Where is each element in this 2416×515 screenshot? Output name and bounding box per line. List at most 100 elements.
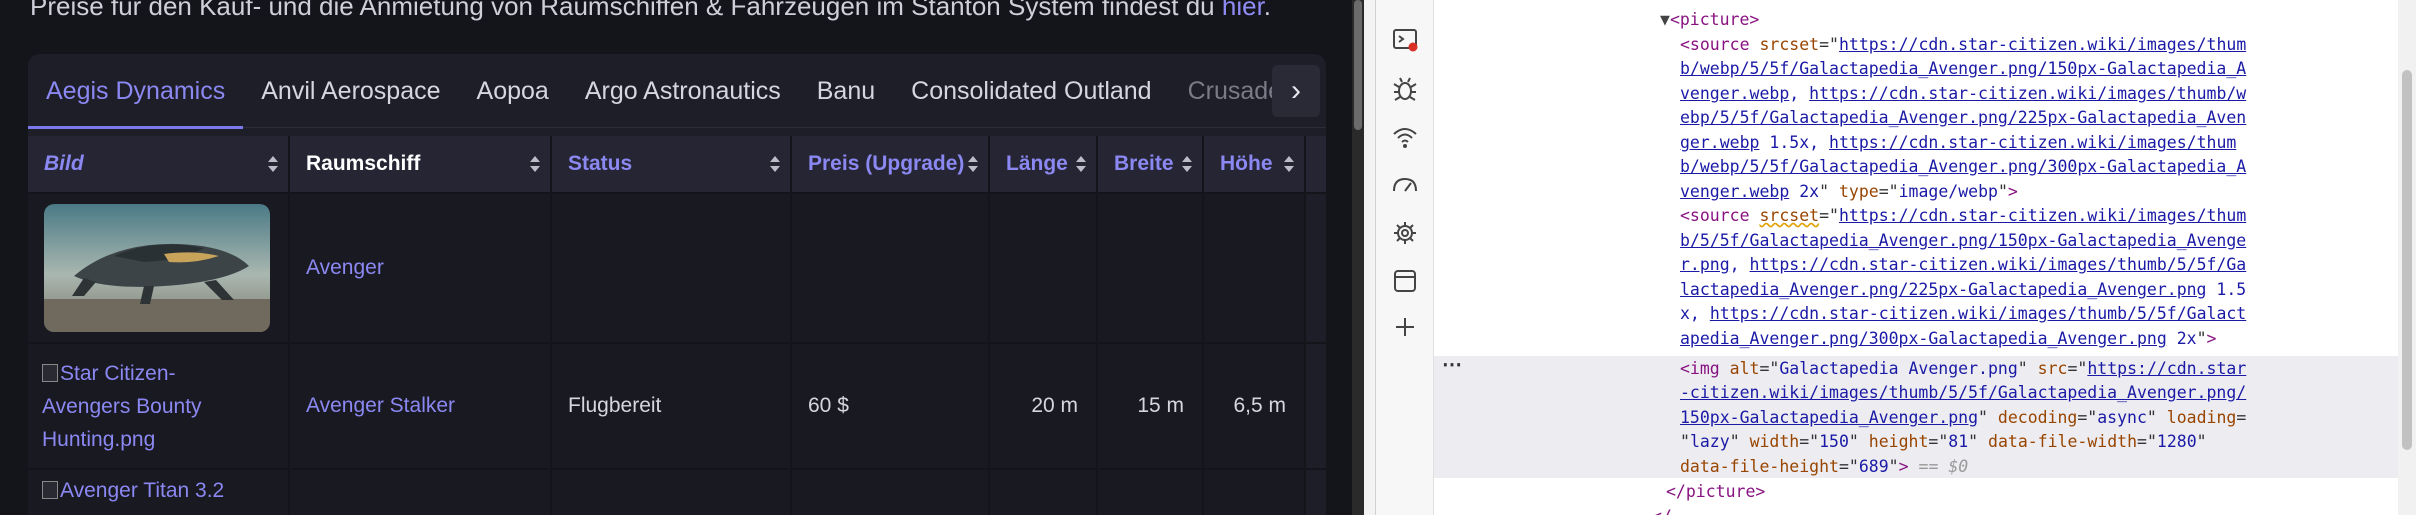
- ship-name-cell[interactable]: Avenger Stalker: [290, 344, 552, 468]
- width-cell: 15 m: [1098, 344, 1204, 468]
- col-preis[interactable]: Preis (Upgrade): [792, 136, 990, 192]
- srcset-url[interactable]: b/webp/5/5f/Galactapedia_Avenger.png/150…: [1680, 59, 2246, 78]
- img-src-url[interactable]: -citizen.wiki/images/thumb/5/5f/Galactap…: [1680, 383, 2246, 402]
- srcset-url[interactable]: b/5/5f/Galactapedia_Avenger.png/150px-Ga…: [1680, 231, 2246, 250]
- wifi-icon[interactable]: [1388, 120, 1422, 154]
- devtools-resize-handle[interactable]: [1364, 0, 1376, 515]
- bug-icon[interactable]: [1388, 72, 1422, 106]
- srcset-url[interactable]: lactapedia_Avenger.png/225px-Galactapedi…: [1680, 280, 2207, 299]
- table-row: Star Citizen-Avengers Bounty Hunting.png…: [28, 342, 1326, 468]
- intro-text: Preise für den Kauf- und die Anmietung v…: [30, 0, 1271, 22]
- img-src-url[interactable]: 150px-Galactapedia_Avenger.png: [1680, 408, 1978, 427]
- img-node-line[interactable]: <img alt="Galactapedia Avenger.png" src=…: [1680, 357, 2246, 382]
- col-laenge[interactable]: Länge: [990, 136, 1098, 192]
- source-webp-line[interactable]: <source srcset="https://cdn.star-citizen…: [1680, 33, 2246, 58]
- price-text: 60 $: [808, 394, 849, 417]
- broken-image[interactable]: Star Citizen-Avengers Bounty Hunting.png: [42, 357, 242, 456]
- img-alt-value: Galactapedia Avenger.png: [1779, 359, 2018, 378]
- img-src-url[interactable]: https://cdn.star: [2087, 359, 2246, 378]
- intro-period: .: [1263, 0, 1272, 21]
- intro-link[interactable]: hier: [1222, 0, 1264, 21]
- col-bild[interactable]: Bild: [28, 136, 290, 192]
- application-icon[interactable]: [1388, 264, 1422, 298]
- length-cell: [990, 194, 1098, 342]
- tab-argo-astronautics[interactable]: Argo Astronautics: [567, 54, 799, 128]
- manufacturer-card: Aegis Dynamics Anvil Aerospace Aopoa Arg…: [28, 54, 1326, 515]
- srcset-url[interactable]: https://cdn.star-citizen.wiki/images/thu…: [1839, 206, 2246, 225]
- srcset-url[interactable]: https://cdn.star-citizen.wiki/images/thu…: [1839, 35, 2246, 54]
- col-raumschiff[interactable]: Raumschiff: [290, 136, 552, 192]
- srcset-url[interactable]: b/webp/5/5f/Galactapedia_Avenger.png/300…: [1680, 157, 2246, 176]
- selected-node-ref: == $0: [1918, 457, 1969, 476]
- srcset-url[interactable]: ebp/5/5f/Galactapedia_Avenger.png/225px-…: [1680, 108, 2246, 127]
- code-line: b/5/5f/Galactapedia_Avenger.png/150px-Ga…: [1680, 229, 2246, 254]
- srcset-url[interactable]: apedia_Avenger.png/300px-Galactapedia_Av…: [1680, 329, 2167, 348]
- col-hoehe-label: Höhe: [1220, 152, 1273, 175]
- console-icon[interactable]: [1388, 22, 1422, 56]
- width-cell: [1098, 194, 1204, 342]
- srcset-url[interactable]: venger.webp: [1680, 84, 1789, 103]
- srcset-url[interactable]: r.png: [1680, 255, 1730, 274]
- price-cell: [792, 470, 990, 515]
- tabs-next-button[interactable]: ›: [1272, 65, 1320, 117]
- code-line: ebp/5/5f/Galactapedia_Avenger.png/225px-…: [1680, 106, 2246, 131]
- code-line: b/webp/5/5f/Galactapedia_Avenger.png/300…: [1680, 155, 2246, 180]
- srcset-url[interactable]: https://cdn.star-citizen.wiki/images/thu…: [1750, 255, 2247, 274]
- intro-sentence: Preise für den Kauf- und die Anmietung v…: [30, 0, 1222, 21]
- ship-image-cell: Star Citizen-Avengers Bounty Hunting.png: [28, 344, 290, 468]
- source-png-line[interactable]: <source srcset="https://cdn.star-citizen…: [1680, 204, 2246, 229]
- status-cell: [552, 194, 792, 342]
- broken-image-icon: [42, 481, 58, 499]
- price-cell: 60 $: [792, 344, 990, 468]
- broken-image[interactable]: Avenger Titan 3.2: [42, 474, 224, 507]
- broken-image-icon: [42, 363, 58, 382]
- performance-icon[interactable]: [1388, 168, 1422, 202]
- srcset-url[interactable]: venger.webp: [1680, 182, 1789, 201]
- ship-name-link[interactable]: Avenger: [306, 256, 384, 280]
- page-scrollbar-thumb[interactable]: [1354, 0, 1362, 130]
- code-line: "lazy" width="150" height="81" data-file…: [1680, 432, 2207, 451]
- ship-name-cell: [290, 470, 552, 515]
- page-scrollbar[interactable]: [1352, 0, 1364, 515]
- srcset-url[interactable]: https://cdn.star-citizen.wiki/images/thu…: [1809, 84, 2246, 103]
- chevron-right-icon: ›: [1291, 74, 1301, 107]
- code-line: r.png, https://cdn.star-citizen.wiki/ima…: [1680, 255, 2247, 274]
- manufacturer-tabs: Aegis Dynamics Anvil Aerospace Aopoa Arg…: [28, 54, 1326, 129]
- tab-aegis-dynamics[interactable]: Aegis Dynamics: [28, 54, 244, 129]
- ship-name-link[interactable]: Avenger Stalker: [306, 394, 455, 418]
- ship-name-cell[interactable]: Avenger: [290, 194, 552, 342]
- ship-image-cell: [28, 194, 290, 342]
- tab-aopoa[interactable]: Aopoa: [459, 54, 567, 128]
- sort-icon: [530, 156, 540, 172]
- tab-consolidated-outland[interactable]: Consolidated Outland: [893, 54, 1169, 128]
- col-hoehe[interactable]: Höhe: [1204, 136, 1306, 192]
- col-status[interactable]: Status: [552, 136, 792, 192]
- tab-banu[interactable]: Banu: [799, 54, 893, 128]
- status-text: Flugbereit: [568, 394, 662, 417]
- srcset-url[interactable]: ger.webp: [1680, 133, 1759, 152]
- devtools-scrollbar-thumb[interactable]: [2402, 70, 2412, 450]
- cpu-icon[interactable]: [1388, 216, 1422, 250]
- srcset-url[interactable]: https://cdn.star-citizen.wiki/images/thu…: [1829, 133, 2236, 152]
- col-breite[interactable]: Breite: [1098, 136, 1204, 192]
- col-raumschiff-label: Raumschiff: [306, 152, 421, 175]
- ship-image-cell: Avenger Titan 3.2: [28, 470, 290, 515]
- tab-anvil-aerospace[interactable]: Anvil Aerospace: [243, 54, 458, 128]
- table-row: Avenger: [28, 192, 1326, 342]
- elements-tree: ⋯ ▼<picture> <source srcset="https://cdn…: [1434, 0, 2398, 515]
- sort-icon: [268, 156, 278, 172]
- devtools-sidebar: [1376, 0, 1434, 515]
- picture-close-tag: </picture>: [1666, 482, 1766, 501]
- height-cell: [1204, 470, 1306, 515]
- srcset-url[interactable]: https://cdn.star-citizen.wiki/images/thu…: [1710, 304, 2246, 323]
- picture-open-line[interactable]: ▼<picture>: [1660, 8, 1759, 33]
- table-row: Avenger Titan 3.2: [28, 468, 1326, 515]
- node-actions-icon[interactable]: ⋯: [1442, 353, 1462, 378]
- picture-close-line[interactable]: </picture>: [1666, 480, 1765, 505]
- sort-icon: [1076, 156, 1086, 172]
- code-line: 150px-Galactapedia_Avenger.png" decoding…: [1680, 408, 2247, 427]
- ship-thumbnail[interactable]: [44, 204, 270, 332]
- add-tool-icon[interactable]: [1388, 310, 1422, 344]
- devtools-scrollbar[interactable]: [2398, 0, 2416, 515]
- sort-icon: [1284, 156, 1294, 172]
